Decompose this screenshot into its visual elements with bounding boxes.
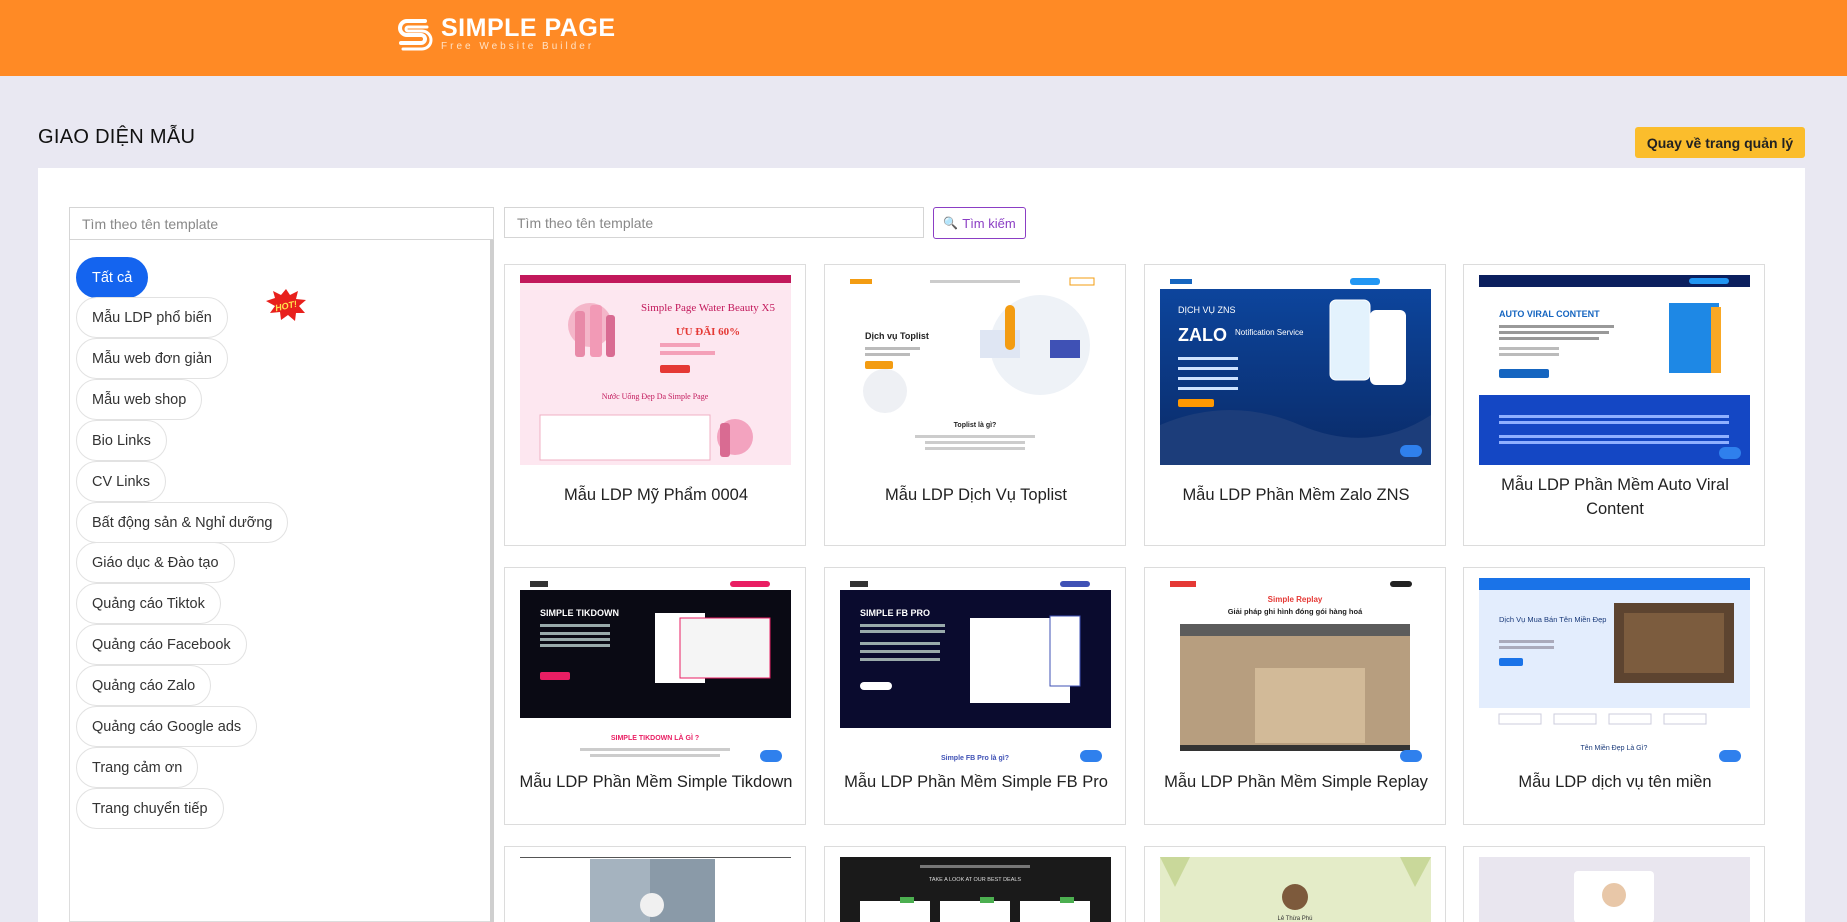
template-card[interactable]: AUTO VIRAL CONTENT Mẫu LDP Phần Mềm Auto…	[1463, 264, 1765, 546]
simple-page-logo-icon	[398, 19, 433, 51]
template-name: Mẫu LDP Phần Mềm Zalo ZNS	[1182, 486, 1410, 504]
template-card[interactable]	[504, 846, 806, 922]
category-search-input[interactable]	[69, 207, 494, 240]
category-simple-web[interactable]: Mẫu web đơn giản	[76, 338, 228, 379]
template-card[interactable]: SIMPLE FB PRO Simple FB Pro là gì? Mẫu L…	[824, 567, 1126, 825]
category-redirect[interactable]: Trang chuyển tiếp	[76, 788, 224, 829]
category-tiktok-ads[interactable]: Quảng cáo Tiktok	[76, 583, 221, 624]
template-card[interactable]: DỊCH VỤ ZNS ZALO Notification Service Mẫ…	[1144, 264, 1446, 546]
template-thumbnail: DỊCH VỤ ZNS ZALO Notification Service	[1160, 275, 1431, 465]
template-search-input[interactable]	[504, 207, 924, 238]
template-thumbnail: AUTO VIRAL CONTENT	[1479, 275, 1750, 465]
template-card[interactable]	[1463, 846, 1765, 922]
svg-text:Notification Service: Notification Service	[1235, 328, 1304, 337]
svg-text:TAKE A LOOK AT OUR BEST DEALS: TAKE A LOOK AT OUR BEST DEALS	[929, 877, 1022, 883]
template-name: Mẫu LDP Dịch Vụ Toplist	[885, 486, 1067, 504]
svg-text:AUTO VIRAL CONTENT: AUTO VIRAL CONTENT	[1499, 309, 1600, 319]
search-button[interactable]: 🔍 Tìm kiếm	[933, 207, 1026, 239]
template-card[interactable]: Dịch vụ Toplist Toplist là gì? Mẫu LDP D…	[824, 264, 1126, 546]
svg-text:SIMPLE TIKDOWN LÀ GÌ ?: SIMPLE TIKDOWN LÀ GÌ ?	[611, 733, 699, 742]
svg-text:ZALO: ZALO	[1178, 325, 1227, 345]
category-google-ads[interactable]: Quảng cáo Google ads	[76, 706, 258, 747]
brand-tagline: Free Website Builder	[441, 41, 595, 52]
svg-text:Simple Page Water Beauty X5: Simple Page Water Beauty X5	[641, 302, 775, 314]
back-to-dashboard-button[interactable]: Quay về trang quản lý	[1635, 127, 1805, 158]
svg-text:DỊCH VỤ ZNS: DỊCH VỤ ZNS	[1178, 305, 1236, 315]
page-title: GIAO DIỆN MẪU	[38, 126, 196, 148]
category-facebook-ads[interactable]: Quảng cáo Facebook	[76, 624, 247, 665]
template-thumbnail: Dịch Vụ Mua Bán Tên Miền Đẹp Tên Miền Đẹ…	[1479, 578, 1750, 768]
svg-text:Simple FB Pro là gì?: Simple FB Pro là gì?	[941, 755, 1009, 762]
template-name: Mẫu LDP Phần Mềm Simple Replay	[1164, 773, 1428, 791]
category-list: Tất cả Mẫu LDP phổ biến HOT! Mẫu web đơn…	[69, 240, 494, 922]
hot-badge-icon: HOT!	[266, 289, 306, 321]
category-thank-you[interactable]: Trang cảm ơn	[76, 747, 199, 788]
template-thumbnail	[1479, 857, 1750, 922]
template-thumbnail	[520, 857, 791, 922]
svg-text:Tên Miền Đẹp Là Gì?: Tên Miền Đẹp Là Gì?	[1581, 743, 1648, 752]
template-card[interactable]: SIMPLE TIKDOWN SIMPLE TIKDOWN LÀ GÌ ? Mẫ…	[504, 567, 806, 825]
category-all[interactable]: Tất cả	[76, 257, 149, 298]
template-thumbnail: Dịch vụ Toplist Toplist là gì?	[840, 275, 1111, 465]
template-name: Mẫu LDP Phần Mềm Simple Tikdown	[519, 773, 793, 791]
brand-name: SIMPLE PAGE	[441, 14, 616, 42]
category-web-shop[interactable]: Mẫu web shop	[76, 379, 203, 420]
template-name: Mẫu LDP Phần Mềm Simple FB Pro	[844, 773, 1108, 791]
brand-logo[interactable]: SIMPLE PAGE Free Website Builder	[395, 15, 616, 53]
template-name: Mẫu LDP dịch vụ tên miền	[1518, 773, 1712, 791]
template-card[interactable]: Simple Page Water Beauty X5 ƯU ĐÃI 60% N…	[504, 264, 806, 546]
template-thumbnail: Lê Thừa Phú	[1160, 857, 1431, 922]
template-thumbnail: TAKE A LOOK AT OUR BEST DEALS	[840, 857, 1111, 922]
svg-text:SIMPLE TIKDOWN: SIMPLE TIKDOWN	[540, 608, 619, 618]
svg-text:SIMPLE FB PRO: SIMPLE FB PRO	[860, 608, 930, 618]
template-name: Mẫu LDP Phần Mềm Auto Viral Content	[1501, 476, 1729, 518]
category-cv-links[interactable]: CV Links	[76, 461, 167, 502]
template-card[interactable]: TAKE A LOOK AT OUR BEST DEALS	[824, 846, 1126, 922]
search-icon: 🔍	[943, 216, 959, 230]
template-thumbnail: SIMPLE FB PRO Simple FB Pro là gì?	[840, 578, 1111, 768]
category-zalo-ads[interactable]: Quảng cáo Zalo	[76, 665, 212, 706]
svg-text:Nước Uống Đẹp Da Simple Page: Nước Uống Đẹp Da Simple Page	[602, 392, 709, 401]
svg-text:Lê Thừa Phú: Lê Thừa Phú	[1278, 916, 1313, 922]
template-card[interactable]: Simple Replay Giải pháp ghi hình đóng gó…	[1144, 567, 1446, 825]
category-education[interactable]: Giáo dục & Đào tạo	[76, 542, 235, 583]
svg-text:Dịch vụ Toplist: Dịch vụ Toplist	[865, 331, 929, 341]
svg-text:Simple Replay: Simple Replay	[1268, 595, 1323, 604]
search-button-label: Tìm kiếm	[962, 215, 1016, 231]
template-card[interactable]: Lê Thừa Phú	[1144, 846, 1446, 922]
category-scrollbar[interactable]	[490, 240, 494, 922]
svg-text:Dịch Vụ Mua Bán Tên Miền Đẹp: Dịch Vụ Mua Bán Tên Miền Đẹp	[1499, 615, 1606, 624]
template-thumbnail: SIMPLE TIKDOWN SIMPLE TIKDOWN LÀ GÌ ?	[520, 578, 791, 768]
svg-text:Giải pháp ghi hình đóng gói hà: Giải pháp ghi hình đóng gói hàng hoá	[1228, 607, 1363, 616]
template-name: Mẫu LDP Mỹ Phẩm 0004	[563, 486, 749, 504]
template-thumbnail: Simple Replay Giải pháp ghi hình đóng gó…	[1160, 578, 1431, 768]
top-header: SIMPLE PAGE Free Website Builder	[0, 0, 1847, 76]
template-card[interactable]: Dịch Vụ Mua Bán Tên Miền Đẹp Tên Miền Đẹ…	[1463, 567, 1765, 825]
category-popular-ldp[interactable]: Mẫu LDP phổ biến	[76, 297, 228, 338]
category-real-estate[interactable]: Bất động sản & Nghỉ dưỡng	[76, 502, 289, 543]
template-thumbnail: Simple Page Water Beauty X5 ƯU ĐÃI 60% N…	[520, 275, 791, 465]
category-bio-links[interactable]: Bio Links	[76, 420, 167, 461]
svg-text:Toplist là gì?: Toplist là gì?	[954, 422, 997, 429]
svg-text:ƯU ĐÃI 60%: ƯU ĐÃI 60%	[676, 326, 740, 338]
